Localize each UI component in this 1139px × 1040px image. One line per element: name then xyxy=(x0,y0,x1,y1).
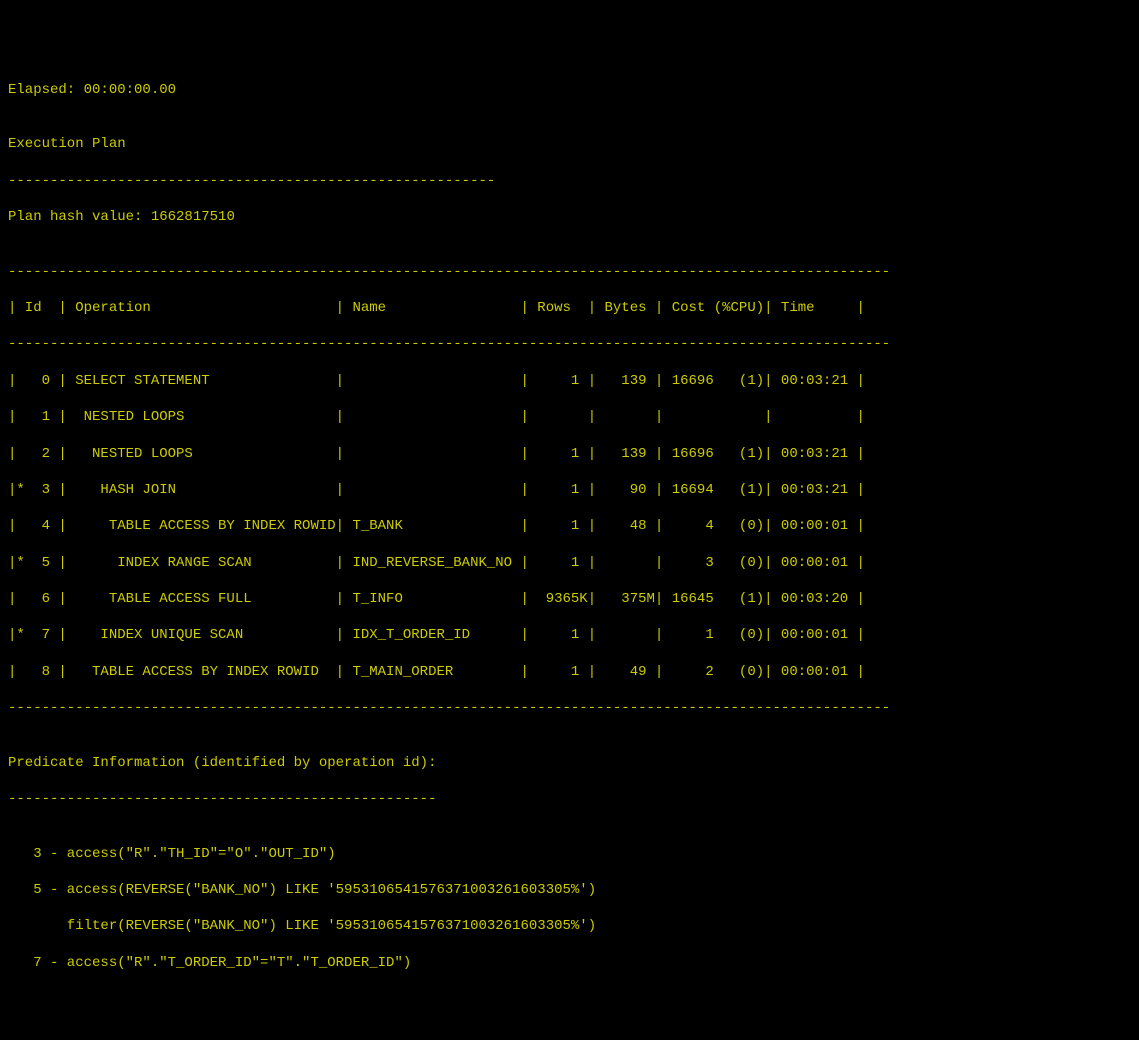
elapsed-label: Elapsed: xyxy=(8,82,84,98)
table-row: |* 3 | HASH JOIN | | 1 | 90 | 16694 (1)|… xyxy=(8,481,1131,499)
table-header-row: | Id | Operation | Name | Rows | Bytes |… xyxy=(8,299,1131,317)
elapsed-line: Elapsed: 00:00:00.00 xyxy=(8,81,1131,99)
predicate-line: 7 - access("R"."T_ORDER_ID"="T"."T_ORDER… xyxy=(8,954,1131,972)
table-bottom-divider: ----------------------------------------… xyxy=(8,699,1131,717)
execution-plan-title: Execution Plan xyxy=(8,135,1131,153)
elapsed-value: 00:00:00.00 xyxy=(84,82,176,98)
table-header-divider: ----------------------------------------… xyxy=(8,335,1131,353)
table-row: | 8 | TABLE ACCESS BY INDEX ROWID | T_MA… xyxy=(8,663,1131,681)
predicate-line: filter(REVERSE("BANK_NO") LIKE '59531065… xyxy=(8,917,1131,935)
table-row: |* 7 | INDEX UNIQUE SCAN | IDX_T_ORDER_I… xyxy=(8,626,1131,644)
table-row: | 6 | TABLE ACCESS FULL | T_INFO | 9365K… xyxy=(8,590,1131,608)
table-top-divider: ----------------------------------------… xyxy=(8,263,1131,281)
table-row: | 2 | NESTED LOOPS | | 1 | 139 | 16696 (… xyxy=(8,445,1131,463)
predicate-info-divider: ----------------------------------------… xyxy=(8,790,1131,808)
plan-hash-line: Plan hash value: 1662817510 xyxy=(8,208,1131,226)
table-row: | 1 | NESTED LOOPS | | | | | | xyxy=(8,408,1131,426)
predicate-line: 5 - access(REVERSE("BANK_NO") LIKE '5953… xyxy=(8,881,1131,899)
plan-hash-label: Plan hash value: xyxy=(8,209,151,225)
table-row: |* 5 | INDEX RANGE SCAN | IND_REVERSE_BA… xyxy=(8,554,1131,572)
predicate-info-title: Predicate Information (identified by ope… xyxy=(8,754,1131,772)
table-row: | 0 | SELECT STATEMENT | | 1 | 139 | 166… xyxy=(8,372,1131,390)
execution-plan-divider: ----------------------------------------… xyxy=(8,172,1131,190)
predicate-line: 3 - access("R"."TH_ID"="O"."OUT_ID") xyxy=(8,845,1131,863)
plan-hash-value: 1662817510 xyxy=(151,209,235,225)
